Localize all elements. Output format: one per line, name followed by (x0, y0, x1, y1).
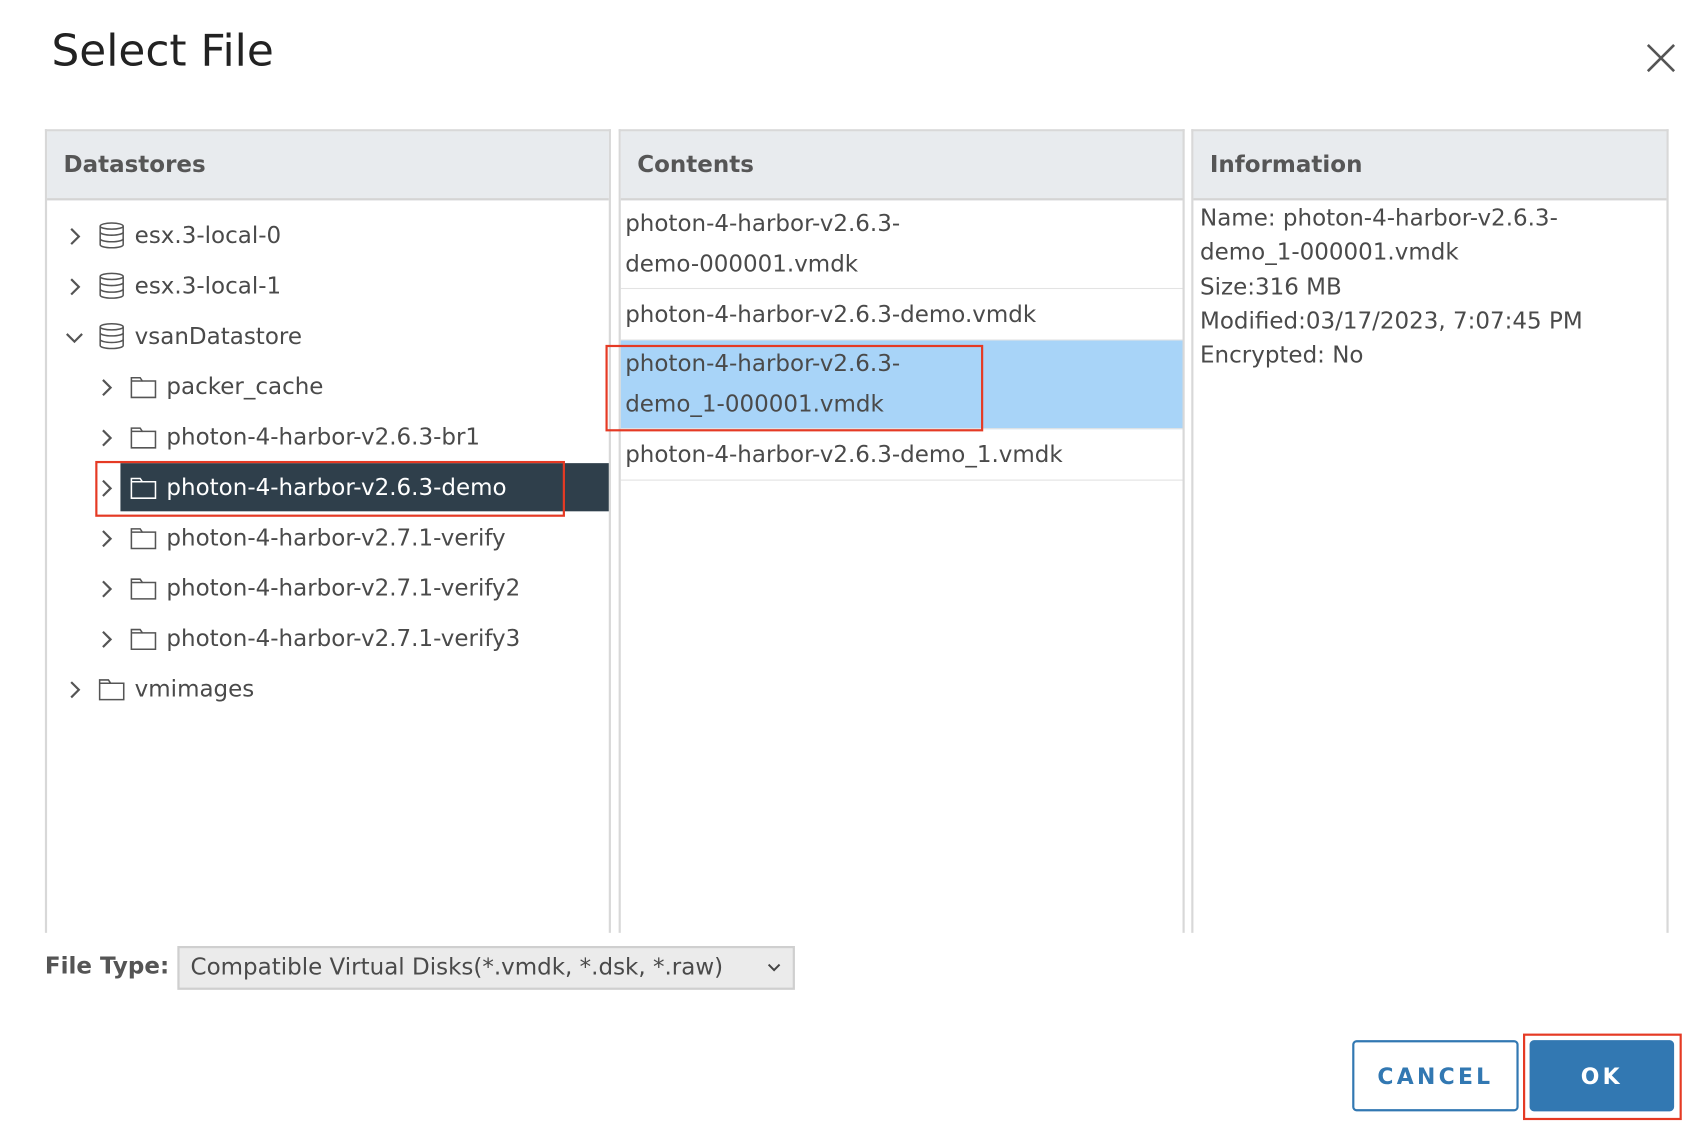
information-panel: Information Name: photon-4-harbor-v2.6.3… (1191, 129, 1669, 933)
tree-item[interactable]: photon-4-harbor-v2.7.1-verify2 (47, 564, 609, 612)
tree-item-label: vmimages (134, 675, 255, 702)
tree-item-label: vsanDatastore (134, 322, 302, 350)
tree-item[interactable]: packer_cache (47, 362, 609, 410)
file-name: photon-4-harbor-v2.6.3- (625, 350, 901, 377)
chevron-right-icon[interactable] (96, 427, 116, 447)
chevron-right-icon[interactable] (65, 679, 85, 699)
chevron-right-icon[interactable] (96, 628, 116, 648)
chevron-right-icon[interactable] (65, 226, 85, 246)
chevron-right-icon[interactable] (65, 276, 85, 296)
file-name-cont: demo_1-000001.vmdk (625, 390, 884, 418)
content-file-item[interactable]: photon-4-harbor-v2.6.3-demo_1.vmdk (620, 429, 1183, 481)
contents-header: Contents (620, 131, 1183, 201)
tree-item[interactable]: vmimages (47, 665, 609, 713)
chevron-down-icon[interactable] (65, 326, 85, 346)
tree-item-label: packer_cache (166, 373, 324, 400)
info-name-cont: demo_1-000001.vmdk (1200, 239, 1459, 266)
tree-item[interactable]: photon-4-harbor-v2.7.1-verify3 (47, 614, 609, 662)
tree-item[interactable]: vsanDatastore (47, 312, 609, 360)
file-name: photon-4-harbor-v2.6.3-demo_1.vmdk (625, 441, 1063, 468)
tree-item-label: photon-4-harbor-v2.7.1-verify (166, 524, 506, 551)
content-file-item[interactable]: photon-4-harbor-v2.6.3-demo.vmdk (620, 289, 1183, 341)
chevron-down-icon (767, 963, 781, 972)
datastores-header: Datastores (47, 131, 609, 201)
chevron-right-icon[interactable] (96, 377, 116, 397)
database-icon (97, 322, 125, 350)
folder-icon (129, 523, 157, 551)
tree-item[interactable]: esx.3-local-0 (47, 211, 609, 259)
folder-icon (97, 674, 125, 702)
close-icon[interactable] (1642, 39, 1679, 76)
info-name: Name: photon-4-harbor-v2.6.3- (1200, 204, 1558, 232)
folder-icon (129, 372, 157, 400)
info-size: Size:316 MB (1200, 273, 1342, 300)
information-header: Information (1193, 131, 1667, 201)
folder-icon (129, 473, 157, 501)
tree-item-label: esx.3-local-1 (134, 272, 282, 299)
content-file-item[interactable]: photon-4-harbor-v2.6.3- demo_1-000001.vmd… (620, 340, 1183, 430)
tree-item-label: photon-4-harbor-v2.7.1-verify2 (166, 574, 521, 602)
contents-panel: Contents photon-4-harbor-v2.6.3- demo-000… (618, 129, 1185, 933)
tree-item-label: esx.3-local-0 (134, 222, 282, 249)
select-file-dialog: Select File Datastores esx.3-local-0 esx.… (0, 0, 1708, 1140)
tree-item[interactable]: photon-4-harbor-v2.7.1-verify (47, 514, 609, 562)
cancel-button[interactable]: CANCEL (1352, 1040, 1519, 1112)
ok-button[interactable]: OK (1529, 1040, 1675, 1112)
tree-item[interactable]: photon-4-harbor-v2.6.3-br1 (47, 413, 609, 461)
dialog-title: Select File (51, 26, 274, 77)
info-modified: Modified:03/17/2023, 7:07:45 PM (1200, 307, 1583, 334)
datastores-panel: Datastores esx.3-local-0 esx.3-local-1 vsa… (44, 129, 611, 933)
file-information: Name: photon-4-harbor-v2.6.3- demo_1-000… (1200, 201, 1583, 372)
database-icon (97, 272, 125, 300)
file-type-label: File Type: (44, 952, 170, 979)
file-type-value: Compatible Virtual Disks(*.vmdk, *.dsk, … (190, 953, 724, 980)
tree-item-label: photon-4-harbor-v2.6.3-br1 (166, 423, 481, 451)
folder-icon (129, 574, 157, 602)
file-name-cont: demo-000001.vmdk (625, 250, 859, 278)
tree-item[interactable]: photon-4-harbor-v2.6.3-demo (47, 463, 609, 511)
file-name: photon-4-harbor-v2.6.3- (625, 210, 901, 237)
tree-item[interactable]: esx.3-local-1 (47, 262, 609, 310)
folder-icon (129, 423, 157, 451)
info-encrypted: Encrypted: No (1200, 341, 1364, 369)
chevron-right-icon[interactable] (96, 477, 116, 497)
chevron-right-icon[interactable] (96, 578, 116, 598)
tree-item-label: photon-4-harbor-v2.6.3-demo (166, 474, 507, 501)
database-icon (97, 221, 125, 249)
folder-icon (129, 624, 157, 652)
tree-item-label: photon-4-harbor-v2.7.1-verify3 (166, 625, 521, 652)
file-type-select[interactable]: Compatible Virtual Disks(*.vmdk, *.dsk, … (177, 945, 795, 990)
file-name: photon-4-harbor-v2.6.3-demo.vmdk (625, 301, 1037, 328)
content-file-item[interactable]: photon-4-harbor-v2.6.3- demo-000001.vmdk (620, 200, 1183, 290)
chevron-right-icon[interactable] (96, 528, 116, 548)
